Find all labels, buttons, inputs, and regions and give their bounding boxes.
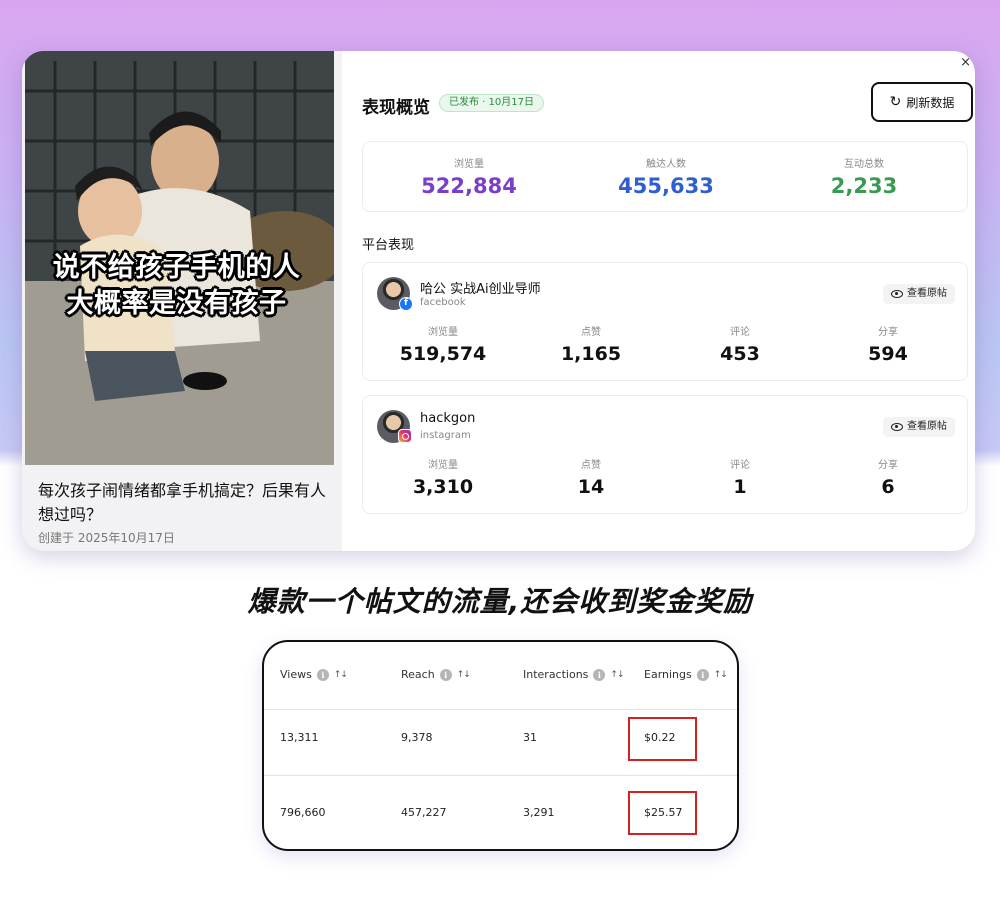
sort-icon[interactable]: ↑↓ bbox=[610, 670, 624, 680]
cell-reach: 457,227 bbox=[401, 806, 447, 819]
stat-reach: 触达人数 455,633 bbox=[566, 142, 766, 198]
published-badge: 已发布 · 10月17日 bbox=[439, 94, 544, 112]
eye-icon bbox=[891, 423, 903, 431]
info-icon[interactable]: i bbox=[439, 668, 452, 681]
platform-name: facebook bbox=[420, 297, 466, 308]
post-title: 每次孩子闹情绪都拿手机搞定？后果有人想过吗？ bbox=[38, 481, 327, 524]
facebook-icon: f bbox=[399, 297, 413, 311]
overview-panel: × 表现概览 已发布 · 10月17日 ↻ 刷新数据 浏览量 522,884 触… bbox=[342, 51, 975, 551]
metric-shares: 分享 594 bbox=[818, 323, 958, 365]
metric-likes: 点赞 14 bbox=[521, 456, 661, 498]
metric-views: 浏览量 3,310 bbox=[373, 456, 513, 498]
metric-comments: 评论 453 bbox=[670, 323, 810, 365]
metric-value: 1,165 bbox=[560, 343, 622, 365]
image-caption-line-2: 大概率是没有孩子 bbox=[66, 288, 287, 319]
metric-value: 519,574 bbox=[399, 343, 487, 365]
post-performance-card: 说不给孩子手机的人 大概率是没有孩子 每次孩子闹情绪都拿手机搞定？后果有人想过吗… bbox=[22, 51, 975, 551]
cell-views: 13,311 bbox=[280, 731, 319, 744]
metric-label: 浏览量 bbox=[428, 327, 458, 338]
close-icon[interactable]: × bbox=[960, 55, 971, 70]
column-header-label: Views bbox=[280, 668, 312, 681]
cell-views: 796,660 bbox=[280, 806, 326, 819]
stat-views: 浏览量 522,884 bbox=[369, 142, 569, 198]
cell-reach: 9,378 bbox=[401, 731, 433, 744]
info-icon[interactable]: i bbox=[696, 668, 709, 681]
summary-stats: 浏览量 522,884 触达人数 455,633 互动总数 2,233 bbox=[362, 141, 968, 212]
sort-icon[interactable]: ↑↓ bbox=[334, 670, 348, 680]
platform-card-facebook: f 哈公 实战Ai创业导师 facebook 查看原帖 浏览量 519,574 … bbox=[362, 262, 968, 381]
account-name: 哈公 实战Ai创业导师 bbox=[420, 282, 541, 297]
sort-icon[interactable]: ↑↓ bbox=[714, 670, 728, 680]
cell-interactions: 3,291 bbox=[523, 806, 555, 819]
stat-label: 触达人数 bbox=[646, 159, 686, 170]
refresh-data-label: 刷新数据 bbox=[906, 95, 955, 110]
cell-interactions: 31 bbox=[523, 731, 537, 744]
metric-label: 评论 bbox=[730, 460, 750, 471]
metric-value: 3,310 bbox=[412, 476, 474, 498]
stat-value: 455,633 bbox=[618, 174, 714, 198]
stat-value: 522,884 bbox=[421, 174, 517, 198]
metric-label: 分享 bbox=[878, 327, 898, 338]
promo-headline: 爆款一个帖文的流量,还会收到奖金奖励 bbox=[247, 585, 753, 618]
metric-value: 6 bbox=[881, 476, 895, 498]
metric-label: 分享 bbox=[878, 460, 898, 471]
metric-label: 点赞 bbox=[581, 327, 601, 338]
overview-title: 表现概览 bbox=[362, 98, 430, 118]
refresh-data-button[interactable]: ↻ 刷新数据 bbox=[871, 82, 973, 122]
platform-section-title: 平台表现 bbox=[362, 238, 415, 253]
metric-views: 浏览量 519,574 bbox=[373, 323, 513, 365]
post-preview-panel: 说不给孩子手机的人 大概率是没有孩子 每次孩子闹情绪都拿手机搞定？后果有人想过吗… bbox=[22, 51, 342, 551]
view-original-post-label: 查看原帖 bbox=[907, 421, 947, 432]
column-header-label: Interactions bbox=[523, 668, 589, 681]
view-original-post-button[interactable]: 查看原帖 bbox=[883, 284, 955, 304]
metric-value: 1 bbox=[733, 476, 747, 498]
view-original-post-label: 查看原帖 bbox=[907, 288, 947, 299]
platform-name: instagram bbox=[420, 430, 471, 441]
eye-icon bbox=[891, 290, 903, 298]
column-header-label: Earnings bbox=[644, 668, 692, 681]
metric-label: 浏览量 bbox=[428, 460, 458, 471]
stat-label: 互动总数 bbox=[844, 159, 884, 170]
metric-shares: 分享 6 bbox=[818, 456, 958, 498]
account-name: hackgon bbox=[420, 411, 476, 426]
divider bbox=[264, 709, 737, 710]
info-icon[interactable]: i bbox=[316, 668, 329, 681]
view-original-post-button[interactable]: 查看原帖 bbox=[883, 417, 955, 437]
stat-label: 浏览量 bbox=[454, 159, 484, 170]
column-header-views[interactable]: Views i ↑↓ bbox=[280, 668, 348, 681]
platform-card-instagram: hackgon instagram 查看原帖 浏览量 3,310 点赞 14 评… bbox=[362, 395, 968, 514]
info-icon[interactable]: i bbox=[593, 668, 606, 681]
column-header-interactions[interactable]: Interactions i ↑↓ bbox=[523, 668, 625, 681]
highlight-box bbox=[628, 717, 697, 761]
metric-value: 453 bbox=[720, 343, 760, 365]
post-created-date: 创建于 2025年10月17日 bbox=[38, 531, 175, 545]
stat-value: 2,233 bbox=[830, 174, 898, 198]
metric-value: 14 bbox=[577, 476, 605, 498]
earnings-table: Views i ↑↓ Reach i ↑↓ Interactions i ↑↓ … bbox=[262, 640, 739, 851]
metric-likes: 点赞 1,165 bbox=[521, 323, 661, 365]
highlight-box bbox=[628, 791, 697, 835]
stat-interactions: 互动总数 2,233 bbox=[764, 142, 964, 198]
divider bbox=[264, 775, 737, 776]
metric-label: 评论 bbox=[730, 327, 750, 338]
instagram-icon bbox=[398, 429, 412, 443]
column-header-label: Reach bbox=[401, 668, 435, 681]
sort-icon[interactable]: ↑↓ bbox=[457, 670, 471, 680]
column-header-earnings[interactable]: Earnings i ↑↓ bbox=[644, 668, 728, 681]
metric-label: 点赞 bbox=[581, 460, 601, 471]
metric-comments: 评论 1 bbox=[670, 456, 810, 498]
column-header-reach[interactable]: Reach i ↑↓ bbox=[401, 668, 471, 681]
metric-value: 594 bbox=[868, 343, 908, 365]
refresh-icon: ↻ bbox=[889, 94, 902, 110]
image-caption-line-1: 说不给孩子手机的人 bbox=[52, 252, 301, 283]
